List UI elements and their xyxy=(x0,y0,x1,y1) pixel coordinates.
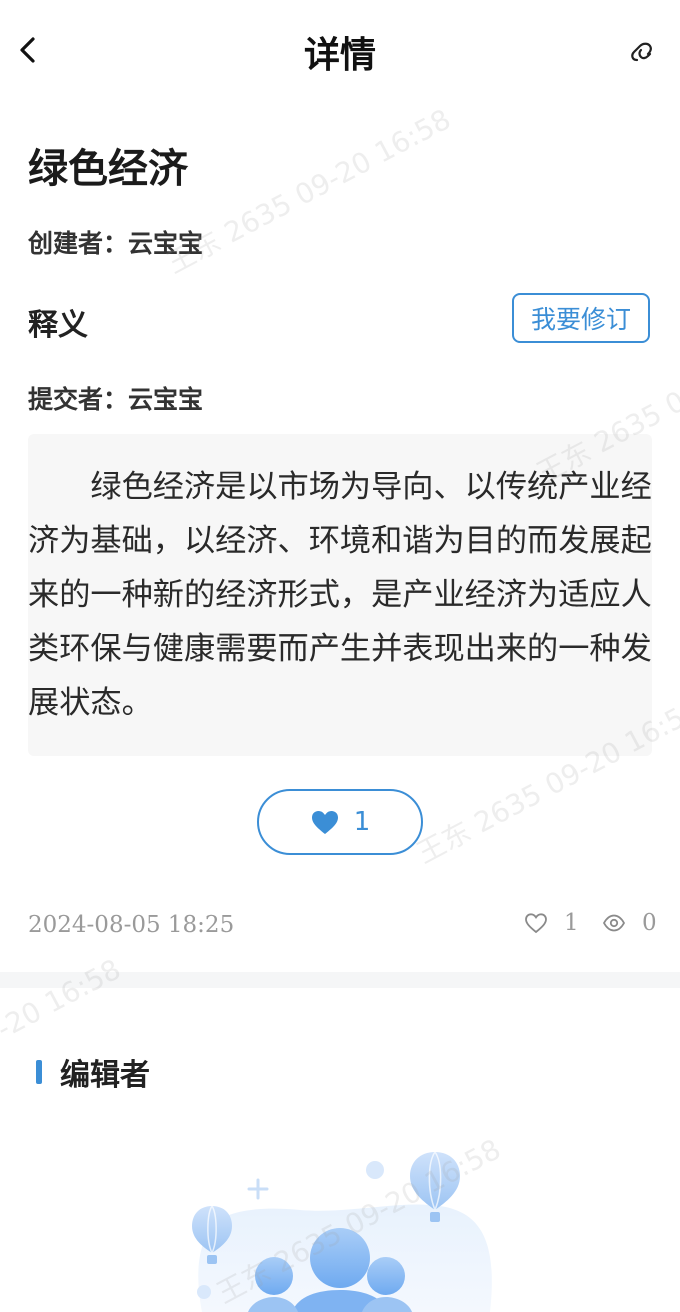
like-button[interactable]: 1 xyxy=(257,789,423,855)
views-stat: 0 xyxy=(602,910,657,936)
revise-button[interactable]: 我要修订 xyxy=(512,293,650,343)
likes-stat: 1 xyxy=(524,910,579,936)
definition-section-label: 释义 xyxy=(28,308,88,343)
editors-heading: 编辑者 xyxy=(36,1052,150,1093)
submitter-label: 提交者：云宝宝 xyxy=(28,385,204,414)
heart-filled-icon xyxy=(311,811,338,834)
views-count: 0 xyxy=(642,910,657,936)
creator-label: 创建者：云宝宝 xyxy=(28,229,204,258)
accent-bar xyxy=(36,1060,42,1084)
meta-row: 2024-08-05 18:25 1 0 xyxy=(28,910,657,944)
definition-text: 绿色经济是以市场为导向、以传统产业经济为基础，以经济、环境和谐为目的而发展起来的… xyxy=(28,469,652,721)
share-button[interactable] xyxy=(624,34,660,70)
editors-title: 编辑者 xyxy=(60,1058,150,1093)
section-divider xyxy=(0,972,680,988)
watermark: 王东 2635 09-20 16:58 xyxy=(161,102,456,281)
share-link-icon xyxy=(631,42,652,62)
likes-count: 1 xyxy=(564,910,579,936)
empty-state-illustration xyxy=(192,1151,492,1312)
entry-title: 绿色经济 xyxy=(28,145,188,192)
top-bar: 详情 xyxy=(0,0,680,104)
page-title: 详情 xyxy=(303,35,376,76)
heart-outline-icon xyxy=(525,913,547,934)
timestamp: 2024-08-05 18:25 xyxy=(28,912,235,938)
definition-box: 绿色经济是以市场为导向、以传统产业经济为基础，以经济、环境和谐为目的而发展起来的… xyxy=(28,434,652,756)
like-count: 1 xyxy=(353,807,371,837)
eye-icon xyxy=(602,914,626,932)
